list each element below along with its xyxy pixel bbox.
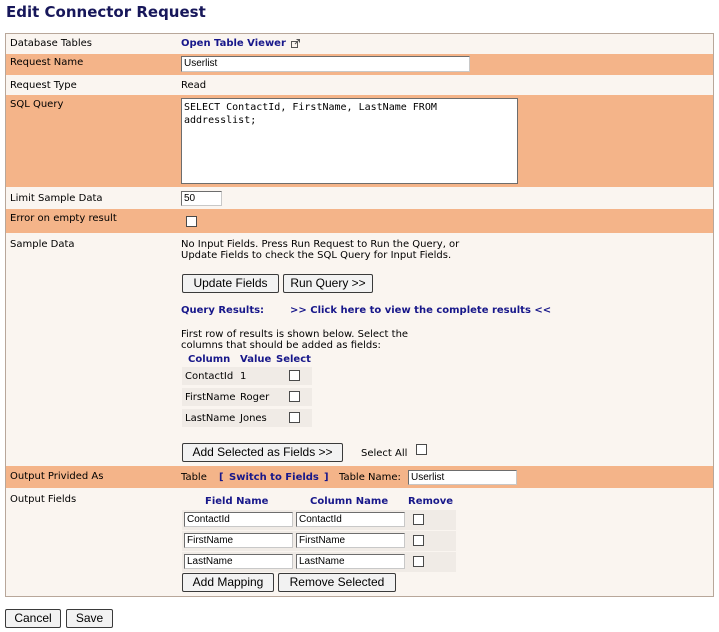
results-header-select: Select bbox=[276, 354, 311, 365]
error-empty-label: Error on empty result bbox=[10, 213, 117, 224]
add-selected-fields-button[interactable]: Add Selected as Fields >> bbox=[182, 443, 343, 462]
results-header-column: Column bbox=[188, 354, 231, 365]
switch-open-bracket: [ bbox=[219, 472, 224, 483]
result-value: Roger bbox=[240, 392, 270, 403]
row-output-fields: Output Fields Field Name Column Name Rem… bbox=[6, 488, 713, 596]
result-value: 1 bbox=[240, 371, 247, 382]
database-tables-label: Database Tables bbox=[10, 38, 92, 49]
query-results-label: Query Results: bbox=[181, 305, 265, 316]
sample-data-label: Sample Data bbox=[10, 239, 75, 250]
switch-close-bracket: ] bbox=[324, 472, 329, 483]
open-table-viewer-link-wrap: Open Table Viewer bbox=[181, 38, 301, 49]
open-table-viewer-link[interactable]: Open Table Viewer bbox=[181, 38, 286, 49]
row-output-provided: Output Privided As Table [ Switch to Fie… bbox=[6, 466, 713, 488]
mapping-header-field: Field Name bbox=[205, 496, 269, 507]
request-name-label: Request Name bbox=[10, 57, 84, 68]
sample-info-line2: Update Fields to check the SQL Query for… bbox=[181, 250, 452, 261]
select-lastname-checkbox[interactable] bbox=[289, 412, 300, 423]
request-name-input[interactable]: Userlist bbox=[181, 56, 470, 72]
field-name-input[interactable]: ContactId bbox=[184, 512, 293, 527]
results-hint-line2: columns that should be added as fields: bbox=[181, 340, 381, 351]
table-name-input[interactable]: Userlist bbox=[408, 470, 517, 485]
table-row: ContactId 1 bbox=[182, 367, 312, 385]
view-complete-results-link[interactable]: >> Click here to view the complete resul… bbox=[290, 305, 551, 316]
output-fields-label: Output Fields bbox=[10, 494, 77, 505]
table-row: FirstName Roger bbox=[182, 388, 312, 406]
row-sample-data: Sample Data No Input Fields. Press Run R… bbox=[6, 233, 713, 466]
column-name-input[interactable]: LastName bbox=[296, 554, 405, 569]
results-header-value: Value bbox=[240, 354, 272, 365]
table-row: FirstName FirstName bbox=[182, 531, 456, 551]
column-name-input[interactable]: FirstName bbox=[296, 533, 405, 548]
external-link-icon bbox=[291, 38, 301, 48]
row-error-empty: Error on empty result bbox=[6, 209, 713, 233]
remove-mapping-checkbox[interactable] bbox=[413, 514, 424, 525]
select-all-label: Select All bbox=[361, 448, 408, 459]
connector-form: Database Tables Open Table Viewer Reques… bbox=[5, 33, 714, 597]
remove-selected-button[interactable]: Remove Selected bbox=[278, 573, 396, 592]
add-mapping-button[interactable]: Add Mapping bbox=[182, 573, 274, 592]
field-name-input[interactable]: FirstName bbox=[184, 533, 293, 548]
page-title: Edit Connector Request bbox=[6, 3, 206, 21]
save-button[interactable]: Save bbox=[66, 609, 113, 628]
result-column: ContactId bbox=[185, 371, 234, 382]
limit-sample-label: Limit Sample Data bbox=[10, 193, 103, 204]
column-name-input[interactable]: ContactId bbox=[296, 512, 405, 527]
remove-mapping-checkbox[interactable] bbox=[413, 556, 424, 567]
limit-sample-input[interactable]: 50 bbox=[181, 191, 222, 206]
run-query-button[interactable]: Run Query >> bbox=[283, 274, 373, 293]
sample-info-line1: No Input Fields. Press Run Request to Ru… bbox=[181, 239, 460, 250]
switch-to-fields-link[interactable]: Switch to Fields bbox=[229, 472, 319, 483]
output-provided-label: Output Privided As bbox=[10, 471, 104, 482]
row-database-tables: Database Tables Open Table Viewer bbox=[6, 34, 713, 54]
result-value: Jones bbox=[240, 413, 267, 424]
sql-query-textarea[interactable]: SELECT ContactId, FirstName, LastName FR… bbox=[181, 98, 518, 184]
row-limit-sample: Limit Sample Data 50 bbox=[6, 187, 713, 209]
table-row: ContactId ContactId bbox=[182, 510, 456, 530]
table-name-label: Table Name: bbox=[339, 472, 401, 483]
table-row: LastName Jones bbox=[182, 409, 312, 427]
remove-mapping-checkbox[interactable] bbox=[413, 535, 424, 546]
error-empty-checkbox[interactable] bbox=[186, 216, 197, 227]
field-name-input[interactable]: LastName bbox=[184, 554, 293, 569]
results-hint-line1: First row of results is shown below. Sel… bbox=[181, 329, 409, 340]
select-firstname-checkbox[interactable] bbox=[289, 391, 300, 402]
sql-query-label: SQL Query bbox=[10, 99, 64, 110]
row-sql-query: SQL Query SELECT ContactId, FirstName, L… bbox=[6, 95, 713, 187]
select-contactid-checkbox[interactable] bbox=[289, 370, 300, 381]
result-column: FirstName bbox=[185, 392, 236, 403]
result-column: LastName bbox=[185, 413, 236, 424]
request-type-value: Read bbox=[181, 80, 207, 91]
mapping-header-remove: Remove bbox=[408, 496, 454, 507]
row-request-name: Request Name Userlist bbox=[6, 54, 713, 75]
request-type-label: Request Type bbox=[10, 80, 77, 91]
mapping-header-column: Column Name bbox=[310, 496, 389, 507]
select-all-checkbox[interactable] bbox=[416, 444, 427, 455]
update-fields-button[interactable]: Update Fields bbox=[182, 274, 279, 293]
table-row: LastName LastName bbox=[182, 552, 456, 572]
cancel-button[interactable]: Cancel bbox=[5, 609, 61, 628]
row-request-type: Request Type Read bbox=[6, 75, 713, 95]
output-type-value: Table bbox=[181, 472, 207, 483]
